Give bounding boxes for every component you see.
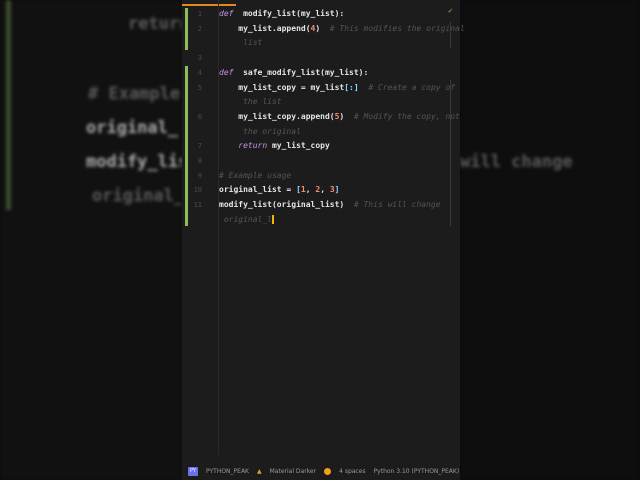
line-number: 4 (197, 68, 202, 77)
code-token: ) (339, 111, 354, 121)
theme-icon: ▲ (257, 467, 262, 475)
code-token: def (219, 9, 234, 18)
code-token: # Modify the copy, not (353, 111, 460, 121)
blurred-text: original_ (92, 186, 182, 206)
line-number: 7 (197, 142, 202, 151)
code-token: # Example usage (219, 170, 292, 180)
code-token: modify_list(original_list) (219, 200, 354, 210)
line-number: 1 (197, 10, 202, 18)
code-token: # This will change (353, 200, 441, 210)
code-line[interactable]: # Example usage (219, 171, 291, 180)
blurred-background-left: return # Example original_ modify_lis or… (0, 0, 182, 480)
project-name[interactable]: PYTHON_PEAK (206, 468, 249, 475)
line-number: 10 (193, 186, 202, 195)
code-line[interactable]: return my_list_copy (219, 141, 330, 150)
line-number: 5 (197, 83, 202, 92)
line-number: 2 (197, 24, 202, 33)
line-number: 9 (197, 171, 202, 180)
code-token: original_l (219, 214, 272, 224)
code-token: ] (334, 185, 340, 195)
code-token: # Create a copy of (368, 82, 456, 92)
check-icon: ✓ (448, 6, 453, 15)
blurred-text: modify_lis (86, 152, 182, 172)
blurred-background-right: will change (460, 0, 640, 480)
code-line[interactable]: modify_list(original_list) # This will c… (219, 200, 441, 209)
code-token: my_list_copy = my_list (219, 82, 345, 92)
code-token: def (219, 67, 234, 77)
code-editor[interactable]: ✓ 1 def modify_list(my_list): 2 my_list.ap… (182, 0, 465, 480)
status-dot-icon (324, 467, 332, 475)
blurred-text: # Example (88, 84, 181, 104)
status-bar: PY PYTHON_PEAK ▲ Material Darker 4 space… (182, 462, 460, 480)
blurred-gutter-bar (6, 0, 11, 210)
code-token: original_list = (219, 185, 297, 195)
blurred-text: will change (460, 152, 573, 172)
code-line[interactable]: my_list.append(4) # This modifies the or… (219, 23, 465, 33)
blurred-text: original_ (86, 118, 179, 138)
code-line[interactable]: the original (219, 127, 301, 136)
code-token: the original (219, 126, 301, 136)
code-line[interactable]: my_list_copy = my_list[:] # Create a cop… (219, 83, 455, 92)
active-tab-indicator (182, 4, 236, 6)
indent-setting[interactable]: 4 spaces (339, 468, 365, 475)
code-token: [:] (344, 82, 359, 92)
code-token: the list (219, 97, 282, 107)
right-margin-guide (450, 80, 451, 226)
code-token: return (238, 141, 268, 151)
code-line[interactable]: the list (219, 97, 282, 106)
code-token: ) (315, 23, 330, 33)
theme-name[interactable]: Material Darker (270, 468, 316, 475)
text-cursor (271, 214, 274, 224)
code-line[interactable]: my_list_copy.append(5) # Modify the copy… (219, 112, 460, 121)
code-token: my_list.append( (219, 23, 311, 33)
blurred-text: return (128, 14, 182, 34)
code-token: my_list_copy (267, 141, 330, 151)
interpreter[interactable]: Python 3.10 (PYTHON_PEAK) (374, 468, 460, 475)
code-line[interactable]: list (219, 38, 262, 47)
code-token: , (305, 185, 316, 195)
line-number: 6 (197, 112, 202, 121)
code-token: , (320, 185, 330, 195)
line-number: 3 (197, 54, 202, 63)
code-token: safe_modify_list(my_list): (233, 67, 369, 77)
code-token: # This modifies the original (329, 23, 465, 33)
line-number: 8 (197, 157, 202, 165)
code-token: list (219, 38, 263, 48)
line-number: 11 (193, 201, 202, 210)
project-icon: PY (188, 466, 198, 476)
code-line[interactable]: def safe_modify_list(my_list): (219, 68, 368, 77)
code-line[interactable]: def modify_list(my_list): (219, 9, 344, 18)
code-token: modify_list(my_list): (233, 9, 345, 18)
code-line[interactable]: original_list = [1, 2, 3] (219, 185, 339, 194)
code-token: my_list_copy.append( (219, 111, 335, 121)
code-line[interactable]: original_l (219, 214, 274, 224)
